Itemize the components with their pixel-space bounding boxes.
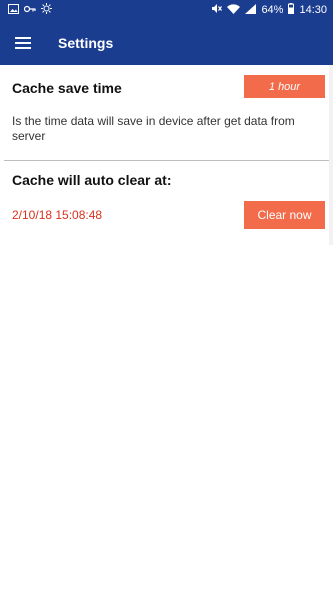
status-left-icons <box>8 3 52 17</box>
signal-icon <box>245 3 257 17</box>
cache-clear-section: Cache will auto clear at: 2/10/18 15:08:… <box>0 161 329 241</box>
image-icon <box>8 3 19 17</box>
cache-save-title: Cache save time <box>12 80 122 96</box>
cache-clear-title: Cache will auto clear at: <box>12 172 172 188</box>
brightness-icon <box>41 3 52 17</box>
page-title: Settings <box>58 34 114 51</box>
mute-icon <box>211 3 223 17</box>
clear-now-button[interactable]: Clear now <box>244 201 325 229</box>
cache-save-section: Cache save time 1 hour Is the time data … <box>0 65 329 161</box>
app-bar: Settings <box>0 20 333 65</box>
hamburger-menu-icon[interactable] <box>0 20 46 65</box>
status-right-icons: 64% 14:30 <box>211 3 327 17</box>
scroll-edge <box>329 65 333 245</box>
wifi-icon <box>227 3 241 17</box>
battery-icon <box>288 3 295 17</box>
status-bar: 64% 14:30 <box>0 0 333 20</box>
key-icon <box>23 4 36 16</box>
cache-duration-button[interactable]: 1 hour <box>244 75 325 98</box>
battery-percent: 64% <box>261 4 284 16</box>
cache-save-description: Is the time data will save in device aft… <box>12 114 295 143</box>
clock-time: 14:30 <box>299 4 327 16</box>
cache-clear-timestamp: 2/10/18 15:08:48 <box>12 208 103 222</box>
